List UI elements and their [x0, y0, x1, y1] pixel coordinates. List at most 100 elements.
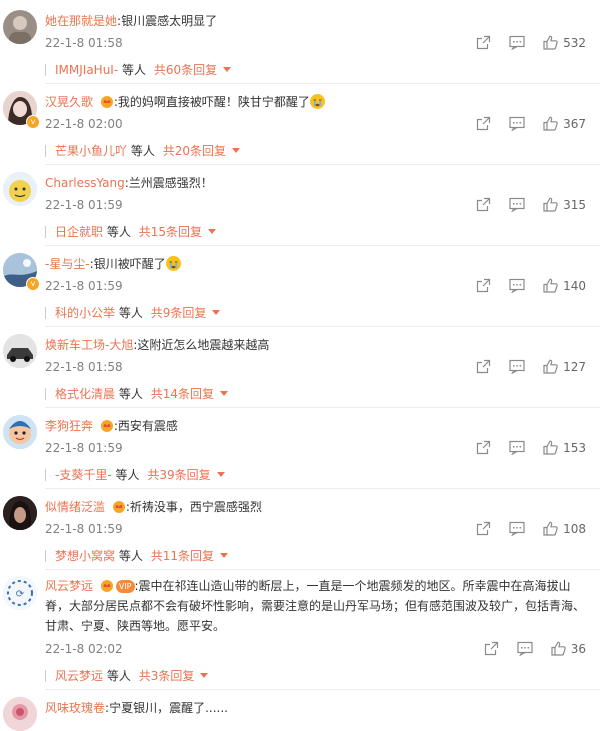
chevron-down-icon	[216, 472, 225, 477]
avatar[interactable]	[3, 496, 37, 530]
comment-icon[interactable]	[509, 197, 525, 212]
reply-username[interactable]: 梦想小窝窝	[55, 547, 115, 564]
like-count: 153	[563, 440, 586, 455]
thumbs-up-icon	[543, 197, 558, 212]
like-count: 315	[563, 197, 586, 212]
more-replies-link[interactable]: 共14条回复	[151, 385, 214, 402]
chevron-down-icon	[231, 148, 240, 153]
username-link[interactable]: CharlessYang	[45, 176, 125, 190]
more-replies-link[interactable]: 共3条回复	[139, 667, 195, 684]
username-link[interactable]: 风云梦远	[45, 579, 93, 593]
divider	[45, 689, 600, 690]
divider	[45, 83, 600, 84]
reply-summary[interactable]: 风云梦远 等人 共3条回复	[45, 667, 209, 684]
like-button[interactable]: 367	[543, 116, 586, 131]
thumbs-up-icon	[543, 116, 558, 131]
reply-summary[interactable]: -支葵千里- 等人 共39条回复	[45, 466, 225, 483]
comment-text: 这附近怎么地震越来越高	[137, 338, 270, 352]
username-link[interactable]: 她在那就是她	[45, 14, 117, 28]
chevron-down-icon	[200, 673, 209, 678]
timestamp: 22-1-8 01:59	[45, 522, 123, 536]
chevron-down-icon	[219, 391, 228, 396]
fan-badge-icon	[100, 578, 114, 592]
like-button[interactable]: 127	[543, 359, 586, 374]
like-count: 367	[563, 116, 586, 131]
more-replies-link[interactable]: 共39条回复	[147, 466, 210, 483]
timestamp: 22-1-8 02:00	[45, 117, 123, 131]
share-icon[interactable]	[476, 440, 491, 455]
reply-username[interactable]: IMMJIaHuI-	[55, 63, 118, 77]
more-replies-link[interactable]: 共20条回复	[163, 142, 226, 159]
reply-username[interactable]: -支葵千里-	[55, 466, 112, 483]
like-count: 36	[570, 641, 586, 656]
comment-text: 兰州震感强烈！	[128, 176, 213, 190]
reply-summary[interactable]: 科的小公举 等人 共9条回复	[45, 304, 221, 321]
comment-icon[interactable]	[509, 278, 525, 293]
reply-username[interactable]: 风云梦远	[55, 667, 103, 684]
more-replies-link[interactable]: 共11条回复	[151, 547, 214, 564]
comment-icon[interactable]	[517, 641, 533, 656]
share-icon[interactable]	[476, 359, 491, 374]
verified-badge-icon: v	[26, 277, 40, 291]
timestamp: 22-1-8 01:59	[45, 441, 123, 455]
like-button[interactable]: 108	[543, 521, 586, 536]
divider	[45, 407, 600, 408]
more-replies-link[interactable]: 共60条回复	[154, 61, 217, 78]
more-replies-link[interactable]: 共9条回复	[151, 304, 207, 321]
share-icon[interactable]	[476, 521, 491, 536]
comment-icon[interactable]	[509, 116, 525, 131]
like-button[interactable]: 36	[551, 641, 586, 656]
reply-summary[interactable]: 芒果小鱼儿吖 等人 共20条回复	[45, 142, 240, 159]
share-icon[interactable]	[484, 641, 499, 656]
avatar[interactable]: ⟳	[3, 576, 37, 610]
comment-icon[interactable]	[509, 440, 525, 455]
avatar[interactable]	[3, 10, 37, 44]
username-link[interactable]: 焕新车工场-大旭	[45, 338, 133, 352]
reply-summary[interactable]: 日企就职 等人 共15条回复	[45, 223, 216, 240]
timestamp: 22-1-8 01:58	[45, 360, 123, 374]
avatar[interactable]	[3, 334, 37, 368]
like-count: 140	[563, 278, 586, 293]
reply-username[interactable]: 格式化清晨	[55, 385, 115, 402]
share-icon[interactable]	[476, 197, 491, 212]
share-icon[interactable]	[476, 278, 491, 293]
username-link[interactable]: 李狗狂奔	[45, 419, 93, 433]
share-icon[interactable]	[476, 116, 491, 131]
reply-summary[interactable]: 格式化清晨 等人 共14条回复	[45, 385, 228, 402]
reply-username[interactable]: 日企就职	[55, 223, 103, 240]
like-count: 108	[563, 521, 586, 536]
avatar[interactable]	[3, 172, 37, 206]
like-button[interactable]: 140	[543, 278, 586, 293]
divider	[45, 569, 600, 570]
comment-icon[interactable]	[509, 521, 525, 536]
username-link[interactable]: -星与尘-	[45, 257, 90, 271]
reply-username[interactable]: 芒果小鱼儿吖	[55, 142, 127, 159]
avatar[interactable]	[3, 415, 37, 449]
share-icon[interactable]	[476, 35, 491, 50]
timestamp: 22-1-8 01:59	[45, 198, 123, 212]
comment-icon[interactable]	[509, 35, 525, 50]
like-button[interactable]: 532	[543, 35, 586, 50]
comment-text: 我的妈啊直接被吓醒！陕甘宁都醒了	[117, 95, 310, 109]
like-count: 532	[563, 35, 586, 50]
comment-text: 宁夏银川，震醒了......	[109, 701, 228, 715]
like-count: 127	[563, 359, 586, 374]
more-replies-link[interactable]: 共15条回复	[139, 223, 202, 240]
reply-summary[interactable]: 梦想小窝窝 等人 共11条回复	[45, 547, 228, 564]
avatar[interactable]	[3, 697, 37, 731]
timestamp: 22-1-8 01:58	[45, 36, 123, 50]
username-link[interactable]: 风味玫瑰卷	[45, 701, 105, 715]
thumbs-up-icon	[543, 521, 558, 536]
like-button[interactable]: 153	[543, 440, 586, 455]
reply-username[interactable]: 科的小公举	[55, 304, 115, 321]
fan-badge-icon	[112, 500, 126, 513]
thumbs-up-icon	[543, 359, 558, 374]
username-link[interactable]: 似情绪泛滥	[45, 500, 105, 514]
username-link[interactable]: 汉晃久歌	[45, 95, 93, 109]
like-button[interactable]: 315	[543, 197, 586, 212]
comment-icon[interactable]	[509, 359, 525, 374]
timestamp: 22-1-8 02:02	[45, 642, 123, 656]
thumbs-up-icon	[543, 278, 558, 293]
reply-summary[interactable]: IMMJIaHuI- 等人 共60条回复	[45, 61, 232, 78]
fan-badge-icon	[100, 95, 114, 108]
